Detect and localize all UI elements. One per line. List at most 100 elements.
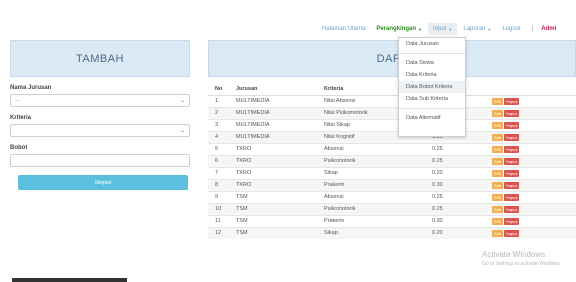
activate-windows-subtext: Go to Settings to activate Windows.	[482, 261, 561, 267]
cell-kriteria: Prakerin	[324, 178, 432, 191]
edit-button[interactable]: Edit	[492, 97, 503, 105]
delete-button[interactable]: Hapus	[503, 169, 520, 177]
delete-button[interactable]: Hapus	[503, 121, 520, 129]
bobot-label: Bobot	[10, 145, 28, 151]
table-header-row: No Jurusan Kriteria	[208, 83, 576, 96]
delete-button[interactable]: Hapus	[503, 157, 520, 165]
cell-kriteria: Psikomotorik	[324, 154, 432, 167]
cell-jurusan: TSM	[236, 214, 324, 227]
table-row: 5 TKRO Absensi 0.25 Edit Hapus	[208, 142, 576, 155]
jurusan-label: Nama Jurusan	[10, 85, 52, 91]
delete-button[interactable]: Hapus	[503, 205, 520, 213]
table-row: 9 TSM Absensi 0.25 Edit Hapus	[208, 190, 576, 203]
dropdown-item-data-alternatif[interactable]: Data Alternatif	[399, 112, 465, 124]
save-button[interactable]: Simpan	[18, 175, 188, 190]
cell-kriteria: Sikap	[324, 166, 432, 179]
bobot-input[interactable]	[10, 154, 190, 167]
caret-down-icon: ▼	[448, 26, 453, 32]
cell-aksi: Edit Hapus	[492, 226, 576, 239]
table-row: 8 TKRO Prakerin 0.30 Edit Hapus	[208, 178, 576, 191]
col-aksi	[492, 83, 576, 96]
dropdown-item-data-bobot-kriteria[interactable]: Data Bobot Kriteria	[399, 81, 465, 93]
dropdown-item-data-kriteria[interactable]: Data Kriteria	[399, 69, 465, 81]
kriteria-select[interactable]: ⌄	[10, 124, 190, 137]
caret-down-icon: ▼	[418, 26, 423, 32]
delete-button[interactable]: Hapus	[503, 229, 520, 237]
table-row: 12 TSM Sikap 0.20 Edit Hapus	[208, 226, 576, 239]
nav-logout[interactable]: Logout	[502, 26, 520, 32]
delete-button[interactable]: Hapus	[503, 193, 520, 201]
cell-no: 1	[208, 94, 236, 107]
cell-aksi: Edit Hapus	[492, 142, 576, 155]
jurusan-select-value: ---	[15, 98, 20, 104]
nav-input[interactable]: Input ▼	[428, 23, 458, 35]
nav-laporan[interactable]: Laporan ▼	[463, 26, 491, 32]
jurusan-select[interactable]: --- ⌄	[10, 94, 190, 107]
cell-jurusan: TSM	[236, 202, 324, 215]
cell-no: 6	[208, 154, 236, 167]
bobot-table: No Jurusan Kriteria 1 MULTIMEDIA Nilai A…	[208, 83, 576, 239]
cell-jurusan: MULTIMEDIA	[236, 94, 324, 107]
cell-no: 10	[208, 202, 236, 215]
table-row: 6 TKRO Psikomotorik 0.25 Edit Hapus	[208, 154, 576, 167]
caret-down-icon: ▼	[487, 26, 492, 32]
edit-button[interactable]: Edit	[492, 121, 503, 129]
edit-button[interactable]: Edit	[492, 217, 503, 225]
edit-button[interactable]: Edit	[492, 193, 503, 201]
cell-no: 11	[208, 214, 236, 227]
table-row: 3 MULTIMEDIA Nilai Sikap 0.20 EditHapus	[208, 118, 576, 131]
nav-admin[interactable]: Admi	[541, 26, 556, 32]
cell-bobot: 0.30	[432, 214, 492, 227]
cell-jurusan: TSM	[236, 226, 324, 239]
edit-button[interactable]: Edit	[492, 109, 503, 117]
cell-bobot: 0.25	[432, 142, 492, 155]
edit-button[interactable]: Edit	[492, 205, 503, 213]
table-row: 2 MULTIMEDIA Nilai Psikomotorik Edit Hapu…	[208, 106, 576, 119]
cell-jurusan: TKRO	[236, 166, 324, 179]
nav-laporan-label: Laporan	[463, 26, 486, 32]
cell-jurusan: TKRO	[236, 154, 324, 167]
tambah-card: TAMBAH Nama Jurusan --- ⌄ Kriteria ⌄ Bob…	[10, 40, 190, 210]
delete-button[interactable]: Hapus	[503, 145, 520, 153]
cell-aksi: Edit Hapus	[492, 94, 576, 107]
input-dropdown-menu: Data Jurusan Data Siswa Data Kriteria Da…	[398, 37, 466, 137]
cell-kriteria: Prakerin	[324, 214, 432, 227]
edit-button[interactable]: Edit	[492, 157, 503, 165]
edit-button[interactable]: Edit	[492, 133, 503, 141]
cell-bobot: 0.20	[432, 166, 492, 179]
dropdown-item-data-sub-kriteria[interactable]: Data Sub Kriteria	[399, 93, 465, 105]
nav-halaman-utama[interactable]: Halaman Utama	[322, 26, 365, 32]
cell-jurusan: TSM	[236, 190, 324, 203]
delete-button[interactable]: Hapus	[503, 181, 520, 189]
chevron-down-icon: ⌄	[179, 98, 185, 104]
delete-button[interactable]: Hapus	[503, 217, 520, 225]
tambah-title: TAMBAH	[10, 40, 190, 77]
table-row: 1 MULTIMEDIA Nilai Absensi Edit Hapus	[208, 94, 576, 107]
dropdown-item-data-siswa[interactable]: Data Siswa	[399, 57, 465, 69]
activate-windows-watermark: Activate Windows	[482, 250, 546, 259]
cell-aksi: Edit Hapus	[492, 178, 576, 191]
edit-button[interactable]: Edit	[492, 145, 503, 153]
cell-aksi: Edit Hapus	[492, 190, 576, 203]
cell-no: 3	[208, 118, 236, 131]
dropdown-divider	[399, 108, 465, 109]
dropdown-item-data-jurusan[interactable]: Data Jurusan	[399, 38, 465, 50]
cell-no: 8	[208, 178, 236, 191]
cell-no: 12	[208, 226, 236, 239]
cell-jurusan: TKRO	[236, 142, 324, 155]
table-row: 7 TKRO Sikap 0.20 Edit Hapus	[208, 166, 576, 179]
edit-button[interactable]: Edit	[492, 181, 503, 189]
nav-perangkingan[interactable]: Perangkingan ▼	[376, 26, 422, 32]
cell-bobot: 0.30	[432, 178, 492, 191]
dropdown-divider	[399, 53, 465, 54]
cell-bobot: 0.25	[432, 190, 492, 203]
delete-button[interactable]: Hapus	[503, 97, 520, 105]
edit-button[interactable]: Edit	[492, 229, 503, 237]
cell-no: 5	[208, 142, 236, 155]
cell-bobot: 0.25	[432, 202, 492, 215]
tambah-form: Nama Jurusan --- ⌄ Kriteria ⌄ Bobot Simp…	[10, 77, 190, 190]
edit-button[interactable]: Edit	[492, 169, 503, 177]
cell-kriteria: Psikomotorik	[324, 202, 432, 215]
delete-button[interactable]: Hapus	[503, 109, 520, 117]
delete-button[interactable]: Hapus	[503, 133, 520, 141]
